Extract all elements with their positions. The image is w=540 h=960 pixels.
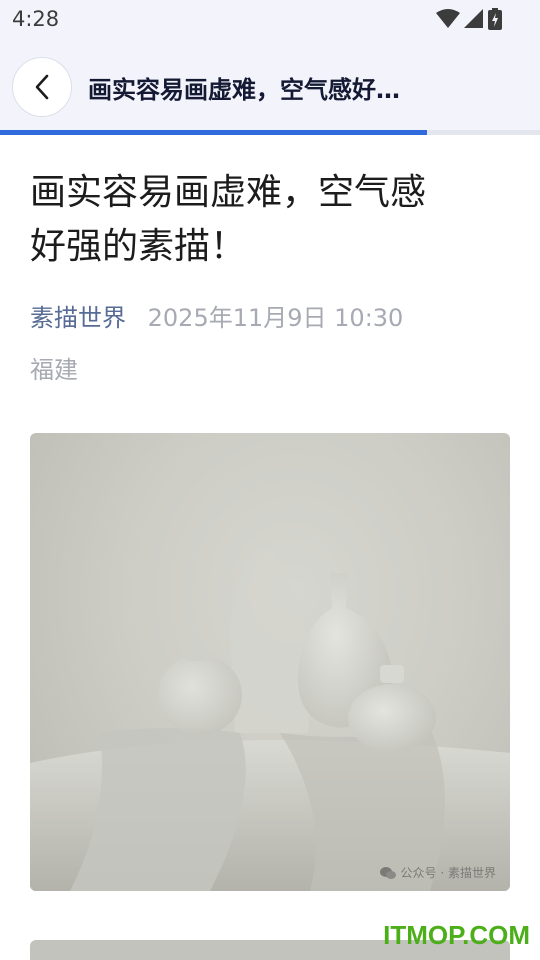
app-bar: 画实容易画虚难，空气感好… <box>0 38 540 130</box>
chevron-left-icon <box>35 74 49 100</box>
watermark-text: 公众号 · 素描世界 <box>400 866 496 880</box>
battery-icon <box>488 8 502 30</box>
article-image[interactable]: 公众号 · 素描世界 <box>30 433 510 891</box>
site-watermark: ITMOP.COM <box>383 920 530 950</box>
wechat-icon <box>379 866 396 879</box>
status-bar: 4:28 <box>0 0 540 38</box>
article-title-line-2: 好强的素描！ <box>30 226 247 267</box>
still-life-drawing <box>30 549 510 891</box>
signal-icon <box>464 9 483 28</box>
reading-progress-fill <box>0 130 427 135</box>
article-title-line-1: 画实容易画虚难，空气感 <box>30 172 427 213</box>
publish-date: 2025年11月9日 10:30 <box>147 304 404 332</box>
status-time: 4:28 <box>12 7 60 31</box>
article-meta: 素描世界 2025年11月9日 10:30 <box>30 298 403 333</box>
reading-progress-bar <box>0 130 540 135</box>
wifi-icon <box>436 9 460 28</box>
article-title: 画实容易画虚难，空气感 好强的素描！ <box>30 166 500 274</box>
status-icons <box>436 8 502 30</box>
author-link[interactable]: 素描世界 <box>30 304 126 332</box>
image-watermark: 公众号 · 素描世界 <box>379 864 496 881</box>
back-button[interactable] <box>12 57 72 117</box>
app-bar-title: 画实容易画虚难，空气感好… <box>88 76 400 104</box>
publish-location: 福建 <box>30 356 78 384</box>
